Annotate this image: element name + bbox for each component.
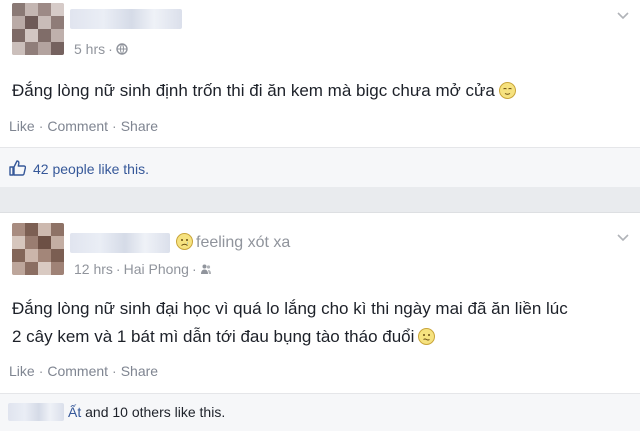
likes-count[interactable]: Ất and 10 others like this. bbox=[68, 404, 225, 420]
post-actions: Like · Comment · Share bbox=[9, 363, 159, 379]
location-link[interactable]: Hai Phong bbox=[124, 261, 189, 277]
post-meta: 12 hrs · Hai Phong · bbox=[74, 261, 212, 277]
post-card: feeling xót xa 12 hrs · Hai Phong · Đắng lò… bbox=[0, 212, 640, 431]
liker-name[interactable] bbox=[8, 403, 64, 421]
timestamp[interactable]: 12 hrs bbox=[74, 261, 113, 277]
thumbs-up-icon bbox=[9, 160, 26, 176]
author-name[interactable] bbox=[70, 9, 182, 29]
post-text: Đắng lòng nữ sinh đại học vì quá lo lắng… bbox=[12, 299, 568, 346]
share-link[interactable]: Share bbox=[121, 118, 158, 134]
like-link[interactable]: Like bbox=[9, 363, 35, 379]
post-text: Đắng lòng nữ sinh định trốn thi đi ăn ke… bbox=[12, 77, 516, 105]
likes-bar: Ất and 10 others like this. bbox=[0, 393, 640, 431]
share-link[interactable]: Share bbox=[121, 363, 158, 379]
comment-link[interactable]: Comment bbox=[47, 363, 108, 379]
post-actions: Like · Comment · Share bbox=[9, 118, 159, 134]
likes-count[interactable]: 42 people like this. bbox=[33, 161, 149, 177]
sad-face-icon bbox=[176, 233, 193, 250]
globe-icon bbox=[116, 43, 128, 55]
avatar[interactable] bbox=[12, 223, 64, 275]
likes-bar: 42 people like this. bbox=[0, 147, 640, 187]
relieved-face-icon bbox=[498, 82, 516, 99]
feeling-activity[interactable]: feeling xót xa bbox=[176, 233, 290, 252]
chevron-down-icon[interactable] bbox=[616, 231, 630, 245]
comment-link[interactable]: Comment bbox=[47, 118, 108, 134]
author-name[interactable] bbox=[70, 233, 170, 253]
timestamp[interactable]: 5 hrs bbox=[74, 41, 105, 57]
confused-face-icon bbox=[418, 328, 436, 345]
friends-icon bbox=[200, 264, 211, 274]
chevron-down-icon[interactable] bbox=[616, 9, 630, 23]
post-meta: 5 hrs · bbox=[74, 41, 128, 57]
avatar[interactable] bbox=[12, 3, 64, 55]
post-card: 5 hrs · Đắng lòng nữ sinh định trốn thi đ… bbox=[0, 0, 640, 187]
like-link[interactable]: Like bbox=[9, 118, 35, 134]
